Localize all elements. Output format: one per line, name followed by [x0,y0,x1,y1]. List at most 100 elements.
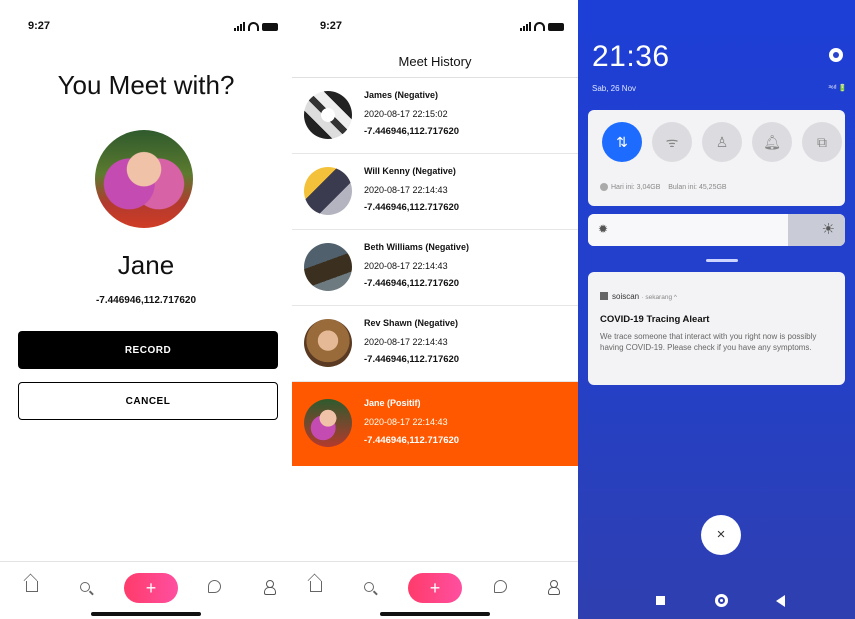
item-coords: -7.446946,112.717620 [364,278,460,289]
recents-icon[interactable] [656,596,665,605]
list-item[interactable]: Beth Williams (Negative) 2020-08-17 22:1… [292,230,578,306]
bell-icon: 🔔︎ [763,134,781,150]
home-indicator [380,612,490,616]
app-name: soiscan [612,292,640,301]
item-name: Will Kenny (Negative) [364,166,456,176]
list-item[interactable]: James (Negative) 2020-08-17 22:15:02 -7.… [292,78,578,154]
list-item[interactable]: Will Kenny (Negative) 2020-08-17 22:14:4… [292,154,578,230]
tab-chat[interactable] [208,580,221,596]
list-item-highlighted[interactable]: Jane (Positif) 2020-08-17 22:14:43 -7.44… [292,382,578,466]
search-icon [80,582,90,592]
item-coords: -7.446946,112.717620 [364,126,460,137]
status-bar: 9:27 [0,20,292,36]
chat-icon [494,580,507,593]
wifi-icon [534,22,545,31]
add-button[interactable]: + [408,573,462,603]
add-button[interactable]: + [124,573,178,603]
tab-bar: + [292,561,578,619]
item-coords: -7.446946,112.717620 [364,435,460,446]
item-name: Jane (Positif) [364,398,421,408]
data-transfer-icon: ⇅ [616,134,628,150]
item-name: Rev Shawn (Negative) [364,318,459,328]
notification-time: · sekarang ^ [641,294,677,301]
notification-title: COVID-19 Tracing Aleart [600,314,710,325]
coordinates: -7.446946,112.717620 [95,295,197,306]
tab-search[interactable] [364,580,374,595]
home-indicator [91,612,201,616]
avatar [304,167,352,215]
user-icon [548,580,560,595]
signal-icon [234,22,245,31]
record-button[interactable]: RECORD [18,331,278,369]
notification-shade: 21:36 Sab, 26 Nov ³⁶ᵈ 🔋 ⇅ ᯤ ♙ 🔔︎ ⧉ Hari … [578,0,855,619]
back-icon[interactable] [776,595,785,607]
history-list: James (Negative) 2020-08-17 22:15:02 -7.… [292,78,578,466]
data-usage: Hari ini: 3,04GB Bulan ini: 45,25GB [600,183,727,191]
notification-app: soiscan · sekarang ^ [600,292,677,301]
search-icon [364,582,374,592]
flashlight-toggle[interactable]: ♙ [702,122,742,162]
notification-body: We trace someone that interact with you … [600,332,817,352]
home-icon[interactable] [715,594,728,607]
item-datetime: 2020-08-17 22:14:43 [364,185,448,195]
user-icon [264,580,276,595]
bell-toggle[interactable]: 🔔︎ [752,122,792,162]
status-icons [520,22,564,31]
brightness-high-icon: ☀ [821,221,835,238]
wifi-toggle[interactable]: ᯤ [652,122,692,162]
android-nav-bar [578,591,855,611]
meet-screen: 9:27 You Meet with? Jane -7.446946,112.7… [0,0,292,619]
brightness-slider[interactable]: ✹ ☀ [588,214,845,246]
signal-icon [520,22,531,31]
brightness-track [788,214,845,246]
status-icons [234,22,278,31]
list-item[interactable]: Rev Shawn (Negative) 2020-08-17 22:14:43… [292,306,578,382]
item-datetime: 2020-08-17 22:14:43 [364,337,448,347]
item-name: James (Negative) [364,90,439,100]
page-title: You Meet with? [57,70,235,100]
tab-home[interactable] [26,580,38,595]
wifi-icon: ᯤ [665,134,679,150]
date: Sab, 26 Nov [592,84,637,93]
item-name: Beth Williams (Negative) [364,242,469,252]
tab-search[interactable] [80,580,90,595]
data-usage-icon [600,183,608,191]
tab-profile[interactable] [548,580,560,597]
clock: 21:36 [592,40,670,73]
battery-icon [262,23,278,31]
flashlight-icon: ♙ [715,134,729,150]
avatar [304,91,352,139]
close-button[interactable]: × [701,515,741,555]
mobile-data-toggle[interactable]: ⇅ [602,122,642,162]
app-icon [600,292,608,300]
quick-settings: ⇅ ᯤ ♙ 🔔︎ ⧉ Hari ini: 3,04GB Bulan ini: 4… [588,110,845,206]
brightness-low-icon: ✹ [598,222,609,236]
tab-home[interactable] [310,580,322,595]
meet-history-screen: 9:27 Meet History James (Negative) 2020-… [292,0,578,619]
data-today: Hari ini: 3,04GB [611,183,661,191]
item-datetime: 2020-08-17 22:15:02 [364,109,448,119]
chat-icon [208,580,221,593]
gear-icon[interactable] [829,48,843,62]
cancel-button[interactable]: CANCEL [18,382,278,420]
tab-bar: + [0,561,292,619]
status-indicators: ³⁶ᵈ 🔋 [828,85,847,92]
item-datetime: 2020-08-17 22:14:43 [364,417,448,427]
page-title: Meet History [398,54,472,69]
drag-handle[interactable] [706,259,738,262]
contact-name: Jane [117,250,175,280]
status-time: 9:27 [28,20,51,32]
battery-icon [548,23,564,31]
screen-cast-toggle[interactable]: ⧉ [802,122,842,162]
home-icon [310,581,322,592]
avatar [304,399,352,447]
cast-icon: ⧉ [817,134,827,150]
item-coords: -7.446946,112.717620 [364,354,460,365]
brightness-fill [588,214,789,246]
notification-card[interactable]: soiscan · sekarang ^ COVID-19 Tracing Al… [588,272,845,385]
tab-chat[interactable] [494,580,507,596]
tab-profile[interactable] [264,580,276,597]
avatar [304,243,352,291]
item-coords: -7.446946,112.717620 [364,202,460,213]
wifi-icon [248,22,259,31]
